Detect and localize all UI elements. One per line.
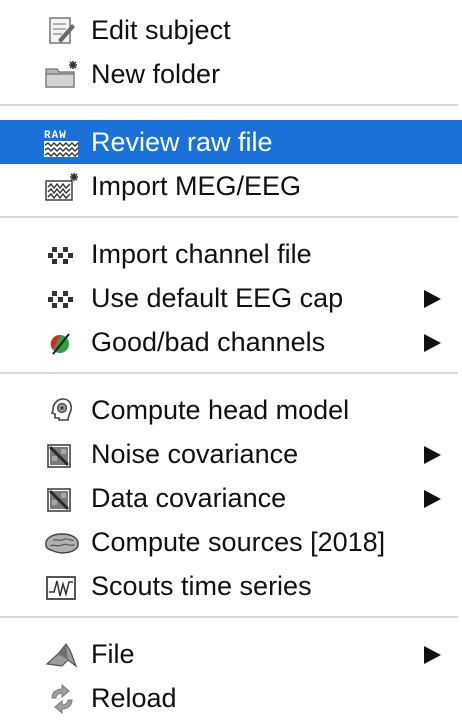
menu-item-label: Data covariance <box>91 483 287 513</box>
menu-item-import-meg-eeg[interactable]: Import MEG/EEG <box>0 164 462 208</box>
menu-item-label: New folder <box>91 59 221 89</box>
covariance-icon <box>44 484 80 514</box>
menu-item-label: Use default EEG cap <box>91 283 344 313</box>
submenu-arrow-icon <box>424 446 441 464</box>
channel-dots-icon <box>44 240 80 270</box>
menu-separator <box>0 104 458 106</box>
good-bad-channels-icon <box>44 328 80 358</box>
menu-separator <box>0 372 458 374</box>
scouts-timeseries-icon <box>44 572 80 602</box>
menu-item-label: Import MEG/EEG <box>91 171 302 201</box>
menu-item-scouts-time-series[interactable]: Scouts time series <box>0 564 462 608</box>
menu-item-label: Good/bad channels <box>91 327 326 357</box>
import-data-icon <box>44 172 80 202</box>
menu-item-new-folder[interactable]: New folder <box>0 52 462 96</box>
menu-item-label: Compute head model <box>91 395 350 425</box>
file-menu-icon <box>44 640 80 670</box>
menu-item-edit-subject[interactable]: Edit subject <box>0 8 462 52</box>
menu-item-import-channel-file[interactable]: Import channel file <box>0 232 462 276</box>
submenu-arrow-icon <box>424 490 441 508</box>
submenu-arrow-icon <box>424 334 441 352</box>
edit-document-icon <box>44 16 80 46</box>
menu-item-label: File <box>91 639 135 669</box>
menu-item-good-bad-channels[interactable]: Good/bad channels <box>0 320 462 364</box>
menu-item-label: Noise covariance <box>91 439 299 469</box>
menu-item-compute-sources[interactable]: Compute sources [2018] <box>0 520 462 564</box>
new-folder-icon <box>44 60 80 90</box>
menu-item-label: Import channel file <box>91 239 312 269</box>
menu-item-reload[interactable]: Reload <box>0 676 462 720</box>
menu-item-review-raw-file[interactable]: RAW Review raw file <box>0 120 462 164</box>
menu-item-noise-covariance[interactable]: Noise covariance <box>0 432 462 476</box>
context-menu: Edit subject New folder RAW Review raw f… <box>0 0 462 728</box>
raw-file-icon: RAW <box>44 128 80 158</box>
brain-sources-icon <box>44 528 80 558</box>
menu-separator <box>0 616 458 618</box>
menu-item-label: Reload <box>91 683 177 713</box>
menu-item-data-covariance[interactable]: Data covariance <box>0 476 462 520</box>
menu-separator <box>0 216 458 218</box>
menu-item-use-default-eeg-cap[interactable]: Use default EEG cap <box>0 276 462 320</box>
menu-item-label: Review raw file <box>91 127 273 157</box>
menu-item-compute-head-model[interactable]: Compute head model <box>0 388 462 432</box>
menu-item-label: Scouts time series <box>91 571 312 601</box>
menu-item-label: Edit subject <box>91 15 231 45</box>
menu-item-file[interactable]: File <box>0 632 462 676</box>
svg-text:RAW: RAW <box>44 130 67 142</box>
covariance-icon <box>44 440 80 470</box>
submenu-arrow-icon <box>424 290 441 308</box>
head-model-icon <box>44 396 80 426</box>
submenu-arrow-icon <box>424 646 441 664</box>
reload-icon <box>44 684 80 714</box>
menu-item-label: Compute sources [2018] <box>91 527 386 557</box>
channel-dots-icon <box>44 284 80 314</box>
